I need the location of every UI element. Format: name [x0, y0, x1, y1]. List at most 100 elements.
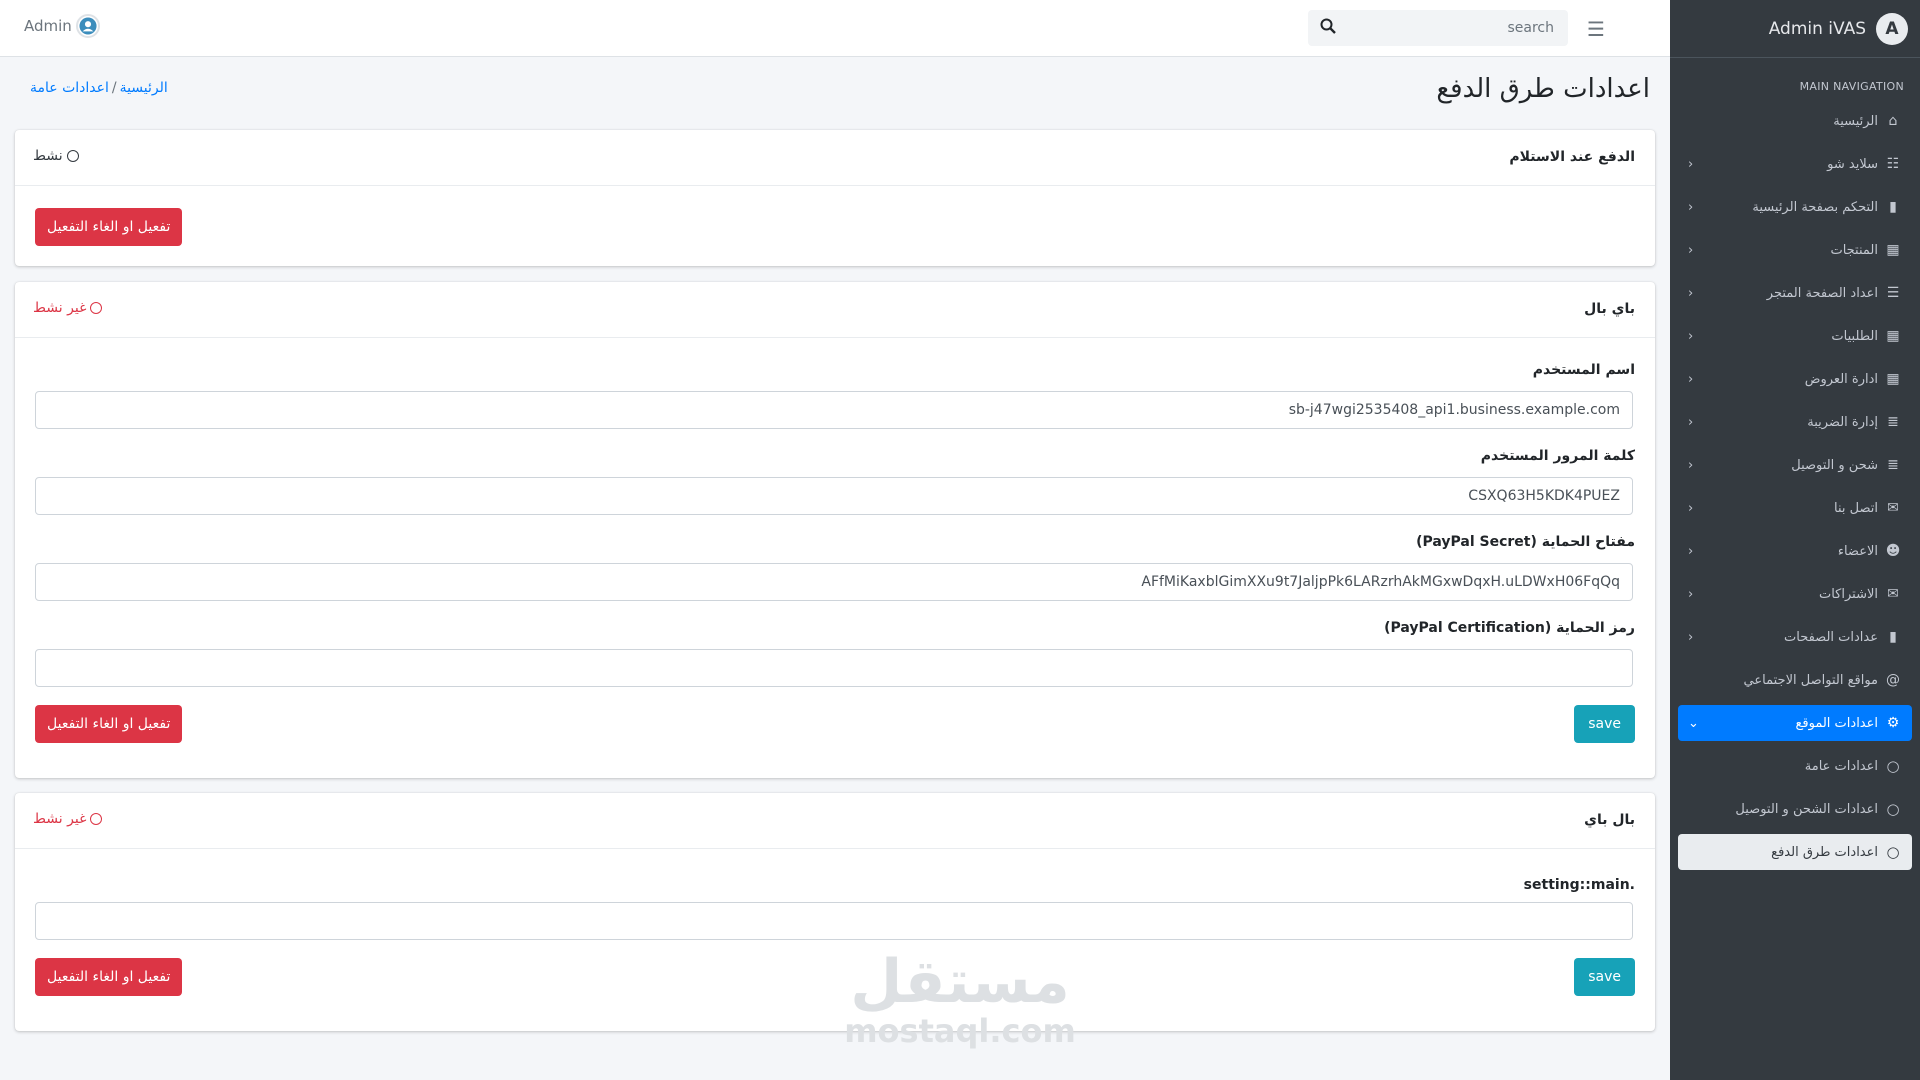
- sidebar-item-home[interactable]: ⌂ الرئيسية: [1678, 103, 1912, 139]
- sidebar-item-products[interactable]: ▦ المنتجات ‹: [1678, 232, 1912, 268]
- sidebar-item-members[interactable]: ☻ الاعضاء ‹: [1678, 533, 1912, 569]
- sidebar-item-homepage-control[interactable]: ▮ التحكم بصفحة الرئيسية ‹: [1678, 189, 1912, 225]
- admin-label: Admin: [24, 17, 72, 35]
- status-circle-icon: [90, 813, 103, 825]
- certification-input[interactable]: [35, 649, 1633, 687]
- breadcrumb-separator: /: [111, 80, 117, 96]
- page-title: اعدادات طرق الدفع: [1436, 74, 1650, 104]
- coins-icon: ≣: [1887, 457, 1899, 473]
- sidebar-item-tax[interactable]: ≣ إدارة الضريبة ‹: [1678, 404, 1912, 440]
- sidebar-item-label: سلايد شو: [1827, 156, 1878, 172]
- sidebar-item-orders[interactable]: ▦ الطلبيات ‹: [1678, 318, 1912, 354]
- circle-icon: ○: [1886, 757, 1900, 775]
- brand-title: Admin iVAS: [1768, 18, 1866, 39]
- sidebar-item-label: الاشتراكات: [1818, 586, 1878, 602]
- status-text: غير نشط: [33, 811, 87, 827]
- status-badge: غير نشط: [33, 300, 103, 316]
- paypay-save-button[interactable]: save: [1574, 958, 1635, 996]
- username-input[interactable]: [35, 391, 1633, 429]
- paypay-card: بال باي غير نشط .setting::main save تفعي…: [15, 793, 1655, 1031]
- coins-icon: ≣: [1887, 414, 1899, 430]
- sidebar: A Admin iVAS MAIN NAVIGATION ⌂ الرئيسية …: [1670, 0, 1920, 1080]
- top-navbar: Admin ☰: [0, 0, 1670, 57]
- secret-label: مفتاح الحماية (PayPal Secret): [1416, 534, 1635, 550]
- search-input[interactable]: [1336, 19, 1556, 37]
- username-label: اسم المستخدم: [1532, 362, 1635, 378]
- secret-input[interactable]: [35, 563, 1633, 601]
- sidebar-item-label: شحن و التوصيل: [1791, 457, 1878, 473]
- at-icon: @: [1886, 672, 1900, 688]
- chevron-left-icon: ‹: [1688, 586, 1694, 602]
- home-icon: ⌂: [1888, 113, 1898, 129]
- brand[interactable]: A Admin iVAS: [1670, 0, 1920, 58]
- sidebar-item-subscriptions[interactable]: ✉ الاشتراكات ‹: [1678, 576, 1912, 612]
- password-input[interactable]: [35, 477, 1633, 515]
- circle-icon: ○: [1886, 843, 1900, 861]
- sidebar-item-label: الاعضاء: [1837, 543, 1878, 559]
- sidebar-item-label: المنتجات: [1830, 242, 1878, 258]
- sidebar-item-shipping-settings[interactable]: ○ اعدادات الشحن و التوصيل: [1678, 791, 1912, 827]
- sidebar-item-store-page[interactable]: ☰ اعداد الصفحة المتجر ‹: [1678, 275, 1912, 311]
- sidebar-item-label: الرئيسية: [1833, 113, 1878, 129]
- boxes-icon: ▦: [1886, 328, 1900, 344]
- sidebar-item-label: اعدادات الشحن و التوصيل: [1735, 801, 1878, 817]
- nav-header: MAIN NAVIGATION: [1799, 80, 1904, 93]
- search-icon[interactable]: [1320, 18, 1336, 38]
- sidebar-item-label: اتصل بنا: [1834, 500, 1878, 516]
- sidebar-item-label: الطلبيات: [1831, 328, 1878, 344]
- sidebar-item-label: التحكم بصفحة الرئيسية: [1752, 199, 1878, 215]
- sidebar-item-social[interactable]: @ مواقع التواصل الاجتماعي: [1678, 662, 1912, 698]
- paypay-toggle-button[interactable]: تفعيل او الغاء التفعيل: [35, 958, 183, 996]
- sidebar-item-label: عدادات الصفحات: [1784, 629, 1878, 645]
- status-circle-icon: [90, 302, 103, 314]
- password-label: كلمة المرور المستخدم: [1480, 448, 1635, 464]
- sidebar-item-general-settings[interactable]: ○ اعدادات عامة: [1678, 748, 1912, 784]
- chevron-left-icon: ‹: [1688, 242, 1694, 258]
- status-text: نشط: [33, 148, 63, 164]
- mailbox-icon: ✉: [1887, 586, 1899, 602]
- cog-icon: ⚙: [1886, 715, 1900, 731]
- circle-icon: ○: [1886, 800, 1900, 818]
- sidebar-item-label: اعدادات عامة: [1804, 758, 1878, 774]
- status-circle-icon: [66, 150, 79, 162]
- card-title: الدفع عند الاستلام: [1509, 149, 1635, 165]
- paypal-toggle-button[interactable]: تفعيل او الغاء التفعيل: [35, 705, 183, 743]
- file-icon: ▮: [1889, 629, 1897, 645]
- breadcrumb-home-link[interactable]: الرئيسية: [120, 80, 168, 96]
- cod-toggle-button[interactable]: تفعيل او الغاء التفعيل: [35, 208, 183, 246]
- user-avatar-icon: [75, 14, 100, 38]
- sidebar-item-payment-settings[interactable]: ○ اعدادات طرق الدفع: [1678, 834, 1912, 870]
- sliders-icon: ☷: [1886, 156, 1900, 172]
- card-header: بال باي غير نشط: [15, 793, 1655, 849]
- user-menu[interactable]: Admin: [24, 14, 100, 38]
- chevron-left-icon: ‹: [1688, 543, 1694, 559]
- sidebar-item-shipping[interactable]: ≣ شحن و التوصيل ‹: [1678, 447, 1912, 483]
- breadcrumb-current-link[interactable]: اعدادات عامة: [30, 80, 109, 96]
- card-header: باي بال غير نشط: [15, 282, 1655, 338]
- status-badge: غير نشط: [33, 811, 103, 827]
- card-title: باي بال: [1584, 301, 1635, 317]
- sidebar-item-label: ادارة العروض: [1804, 371, 1878, 387]
- sidebar-item-contact[interactable]: ✉ اتصل بنا ‹: [1678, 490, 1912, 526]
- chevron-left-icon: ‹: [1688, 199, 1694, 215]
- status-badge: نشط: [33, 148, 79, 164]
- paypal-card: باي بال غير نشط اسم المستخدم كلمة المرور…: [15, 282, 1655, 778]
- breadcrumb: الرئيسية / اعدادات عامة: [30, 80, 168, 96]
- sidebar-item-label: مواقع التواصل الاجتماعي: [1743, 672, 1878, 688]
- chevron-down-icon: ⌄: [1688, 715, 1699, 731]
- sidebar-item-page-counters[interactable]: ▮ عدادات الصفحات ‹: [1678, 619, 1912, 655]
- search-box: [1308, 10, 1568, 46]
- chevron-left-icon: ‹: [1688, 371, 1694, 387]
- sidebar-item-site-settings[interactable]: ⚙ اعدادات الموقع ⌄: [1678, 705, 1912, 741]
- sidebar-item-offers[interactable]: ▦ ادارة العروض ‹: [1678, 361, 1912, 397]
- sidebar-item-slideshow[interactable]: ☷ سلايد شو ‹: [1678, 146, 1912, 182]
- setting-main-input[interactable]: [35, 902, 1633, 940]
- card-header: الدفع عند الاستلام نشط: [15, 130, 1655, 186]
- certification-label: رمز الحماية (PayPal Certification): [1384, 620, 1635, 636]
- chevron-left-icon: ‹: [1688, 457, 1694, 473]
- menu-toggle-icon[interactable]: ☰: [1587, 17, 1605, 41]
- brand-logo-icon: A: [1876, 12, 1908, 45]
- paypal-save-button[interactable]: save: [1574, 705, 1635, 743]
- mailbox-icon: ✉: [1887, 500, 1899, 516]
- list-icon: ☰: [1886, 285, 1900, 301]
